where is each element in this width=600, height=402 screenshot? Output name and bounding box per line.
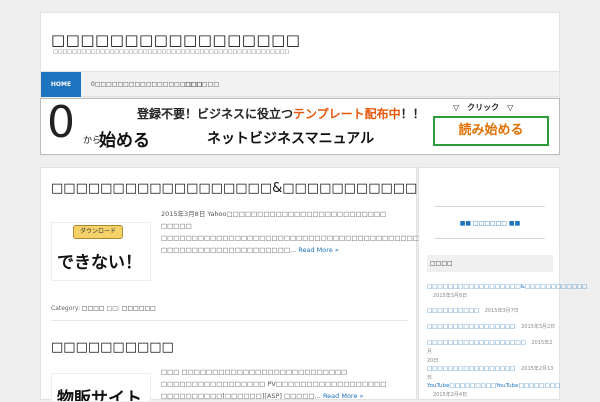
recent-post-item[interactable]: □□□□□□□□□□□□□□□□□□□ 2015年2月 20日 xyxy=(427,339,557,366)
site-description: □□□□□□□□□□□□□□□□□□□□□□□□□□□□□□□□□□□□□□□□… xyxy=(53,49,290,55)
recent-post-date: 2015年3月2日 xyxy=(521,324,556,330)
sidebar: ■■ □□□□□□ ■■ □□□□ □□□□□□□□□□□□□□□□□□&□□□… xyxy=(418,167,587,400)
page-wrapper: □□□□□□□□□□□□□□□□□ □□□□□□□□□□□□□□□□□□□□□□… xyxy=(40,12,587,402)
recent-posts-heading: □□□□ xyxy=(427,255,553,272)
recent-post-item[interactable]: □□□□□□□□□□□□□□□□□□&□□□□□□□□□□□□ 2015年3月8… xyxy=(427,283,587,301)
read-start-button[interactable]: 読み始める xyxy=(433,116,549,146)
recent-post-link[interactable]: □□□□□□□□□□□□□□□□□□&□□□□□□□□□□□□ xyxy=(427,284,587,290)
banner-tagline-part2: ！！ xyxy=(400,107,425,121)
site-title[interactable]: □□□□□□□□□□□□□□□□□ xyxy=(51,31,300,49)
recent-post-link[interactable]: □□□□□□□□□□□□□□□□□ xyxy=(427,324,515,330)
nav-item-home[interactable]: HOME xyxy=(41,72,81,97)
banner-manual-title: ネットビジネスマニュアル xyxy=(207,131,375,147)
banner-click-label: ▽ クリック ▽ xyxy=(453,103,514,112)
tag-label: □□: xyxy=(106,305,120,312)
recent-post-link[interactable]: □□□□□□□□□□□□□□□□□□□ xyxy=(427,340,526,346)
post-title[interactable]: □□□□□□□□□□ xyxy=(51,340,174,355)
tag-link[interactable]: □□□□□□ xyxy=(122,305,156,312)
banner-tagline-highlight: テンプレート配布中 xyxy=(293,107,401,121)
banner-tagline: 登録不要！ビジネスに役立つテンプレート配布中！！ xyxy=(137,105,425,122)
thumbnail-text: 物販サイト xyxy=(57,389,142,401)
recent-post-date: 2015年3月8日 xyxy=(433,293,468,299)
manual-banner[interactable]: 0 から 始める 登録不要！ビジネスに役立つテンプレート配布中！！ ネットビジネ… xyxy=(40,97,560,155)
main-navigation: HOME 0□□□□□□□□□□□□□□□□□□□ □□□□□□ xyxy=(40,72,560,97)
category-link[interactable]: □□□□ xyxy=(82,305,105,312)
category-label: Category: xyxy=(51,305,80,312)
sidebar-divider xyxy=(435,238,545,239)
banner-start: 始める xyxy=(99,131,150,151)
recent-post-link[interactable]: □□□□□□□□□□□□□□□□□ xyxy=(427,366,515,372)
post-divider xyxy=(51,320,408,321)
nav-item-about[interactable]: □□□□□□ xyxy=(185,72,219,97)
sidebar-manual-link[interactable]: ■■ □□□□□□ ■■ xyxy=(419,220,561,227)
recent-post-item[interactable]: □□□□□□□□□□□□□□□□□ 2015年2月13日 xyxy=(427,365,557,383)
sidebar-divider xyxy=(435,206,545,207)
post-excerpt: □□□ □□□□□□□□□□□□□□□□□□□□□□□□□□□ □□□□□□□□… xyxy=(161,366,411,402)
download-button-image: ダウンロード xyxy=(73,225,123,239)
thumbnail-text: できない！ xyxy=(57,253,142,273)
read-more-link[interactable]: Read More » xyxy=(298,246,339,254)
recent-post-item[interactable]: YouTube□□□□□□□□□YouTube□□□□□□□□ 2015年2月4… xyxy=(427,382,560,400)
post-thumbnail[interactable]: 物販サイト xyxy=(51,373,151,401)
main-content: □□□□□□□□□□□□□□□□□□&□□□□□□□□□□□□ ダウンロード で… xyxy=(40,167,456,402)
site-header: □□□□□□□□□□□□□□□□□ □□□□□□□□□□□□□□□□□□□□□□… xyxy=(40,12,560,72)
post-meta: Category: □□□□ □□: □□□□□□ xyxy=(51,305,156,312)
post-excerpt: 2015年3月8日 Yahoo□□□□□□□□□□□□□□□□□□□□□□□□□… xyxy=(161,208,456,256)
recent-post-link[interactable]: YouTube□□□□□□□□□YouTube□□□□□□□□ xyxy=(427,383,560,389)
recent-post-link[interactable]: □□□□□□□□□□ xyxy=(427,308,479,314)
recent-post-date: 2015年2月4日 xyxy=(433,392,468,398)
banner-zero: 0 xyxy=(47,97,75,148)
recent-post-date: 2015年3月7日 xyxy=(484,308,519,314)
post-title[interactable]: □□□□□□□□□□□□□□□□□□&□□□□□□□□□□□□ xyxy=(51,181,430,196)
recent-post-item[interactable]: □□□□□□□□□□□□□□□□□ 2015年3月2日 xyxy=(427,323,557,332)
recent-post-date-cont: 20日 xyxy=(427,358,439,364)
read-more-link[interactable]: Read More » xyxy=(323,392,364,400)
banner-tagline-part1: 登録不要！ビジネスに役立つ xyxy=(137,107,294,121)
post-thumbnail[interactable]: ダウンロード できない！ xyxy=(51,222,151,281)
recent-post-item[interactable]: □□□□□□□□□□ 2015年3月7日 xyxy=(427,307,557,316)
